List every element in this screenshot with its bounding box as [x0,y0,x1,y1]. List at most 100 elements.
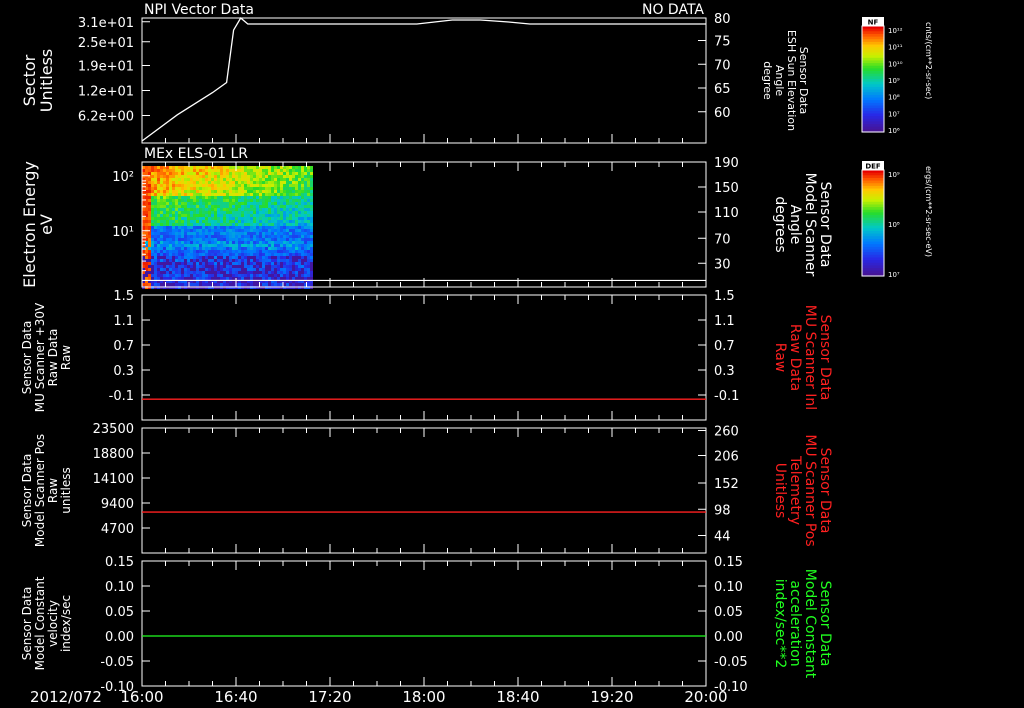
spectrogram-cell [172,283,175,286]
spectrogram-cell [184,265,187,268]
spectrogram-cell [220,253,223,256]
spectrogram-cell [271,250,274,253]
spectrogram-cell [181,256,184,259]
left-tick-label: 18800 [93,447,134,462]
spectrogram-cell [280,169,283,172]
spectrogram-cell [268,259,271,262]
spectrogram-cell [271,229,274,232]
spectrogram-cell [253,181,256,184]
spectrogram-cell [298,241,301,244]
spectrogram-cell [295,226,298,229]
spectrogram-cell [295,238,298,241]
spectrogram-cell [304,181,307,184]
time-axis: 16:00 16:40 17:20 18:00 18:40 19:20 20:002012/… [30,688,728,706]
spectrogram-cell [193,193,196,196]
spectrogram-cell [295,283,298,286]
spectrogram-cell [292,172,295,175]
spectrogram-cell [241,277,244,280]
spectrogram-cell [163,277,166,280]
spectrogram-cell [241,175,244,178]
spectrogram-cell [271,181,274,184]
spectrogram-cell [280,238,283,241]
spectrogram-cell [223,211,226,214]
spectrogram-cell [172,187,175,190]
spectrogram-cell [157,235,160,238]
spectrogram-cell [250,244,253,247]
spectrogram-cell [238,205,241,208]
spectrogram-cell [202,283,205,286]
spectrogram-cell [148,235,151,238]
spectrogram-cell [262,229,265,232]
spectrogram-cell [154,172,157,175]
spectrogram-cell [268,271,271,274]
spectrogram-cell [160,169,163,172]
spectrogram-cell [166,253,169,256]
spectrogram-cell [307,247,310,250]
spectrogram-cell [274,190,277,193]
spectrogram-cell [238,283,241,286]
spectrogram-cell [247,199,250,202]
spectrogram-cell [205,214,208,217]
spectrogram-cell [307,253,310,256]
right-tick-label: 80 [714,12,731,27]
spectrogram-cell [211,214,214,217]
spectrogram-cell [241,268,244,271]
spectrogram-cell [157,265,160,268]
spectrogram-cell [223,283,226,286]
spectrogram-cell [253,166,256,169]
spectrogram-cell [307,241,310,244]
spectrogram-cell [223,193,226,196]
spectrogram-cell [265,217,268,220]
spectrogram-cell [226,193,229,196]
spectrogram-cell [220,175,223,178]
spectrogram-cell [160,250,163,253]
spectrogram-cell [229,199,232,202]
spectrogram-cell [208,271,211,274]
spectrogram-cell [199,226,202,229]
spectrogram-cell [280,199,283,202]
spectrogram-cell [181,196,184,199]
spectrogram-cell [172,199,175,202]
spectrogram-cell [193,238,196,241]
spectrogram-cell [310,226,313,229]
spectrogram-cell [202,184,205,187]
spectrogram-cell [286,274,289,277]
spectrogram-cell [160,271,163,274]
spectrogram-cell [211,202,214,205]
spectrogram-cell [223,226,226,229]
right-tick-label: 65 [714,82,731,97]
spectrogram-cell [301,169,304,172]
spectrogram-cell [202,229,205,232]
spectrogram-cell [190,250,193,253]
spectrogram-cell [193,196,196,199]
spectrogram-cell [301,199,304,202]
spectrogram-cell [178,175,181,178]
spectrogram-cell [163,223,166,226]
spectrogram-cell [202,205,205,208]
spectrogram-cell [232,274,235,277]
spectrogram-cell [295,166,298,169]
spectrogram-cell [184,166,187,169]
left-axis-label: Raw [46,478,60,503]
spectrogram-cell [193,202,196,205]
spectrogram-cell [298,181,301,184]
spectrogram-cell [229,187,232,190]
spectrogram-cell [208,166,211,169]
spectrogram-cell [184,205,187,208]
spectrogram-cell [172,271,175,274]
spectrogram-cell [298,214,301,217]
spectrogram-cell [244,214,247,217]
spectrogram-cell [199,217,202,220]
spectrogram-cell [163,187,166,190]
spectrogram-cell [247,172,250,175]
spectrogram-cell [151,271,154,274]
spectrogram-cell [199,169,202,172]
spectrogram-cell [259,262,262,265]
spectrogram-cell [256,253,259,256]
spectrogram-cell [271,199,274,202]
spectrogram-cell [277,226,280,229]
spectrogram-cell [226,262,229,265]
spectrogram-cell [283,193,286,196]
spectrogram-cell [190,178,193,181]
spectrogram-cell [286,175,289,178]
